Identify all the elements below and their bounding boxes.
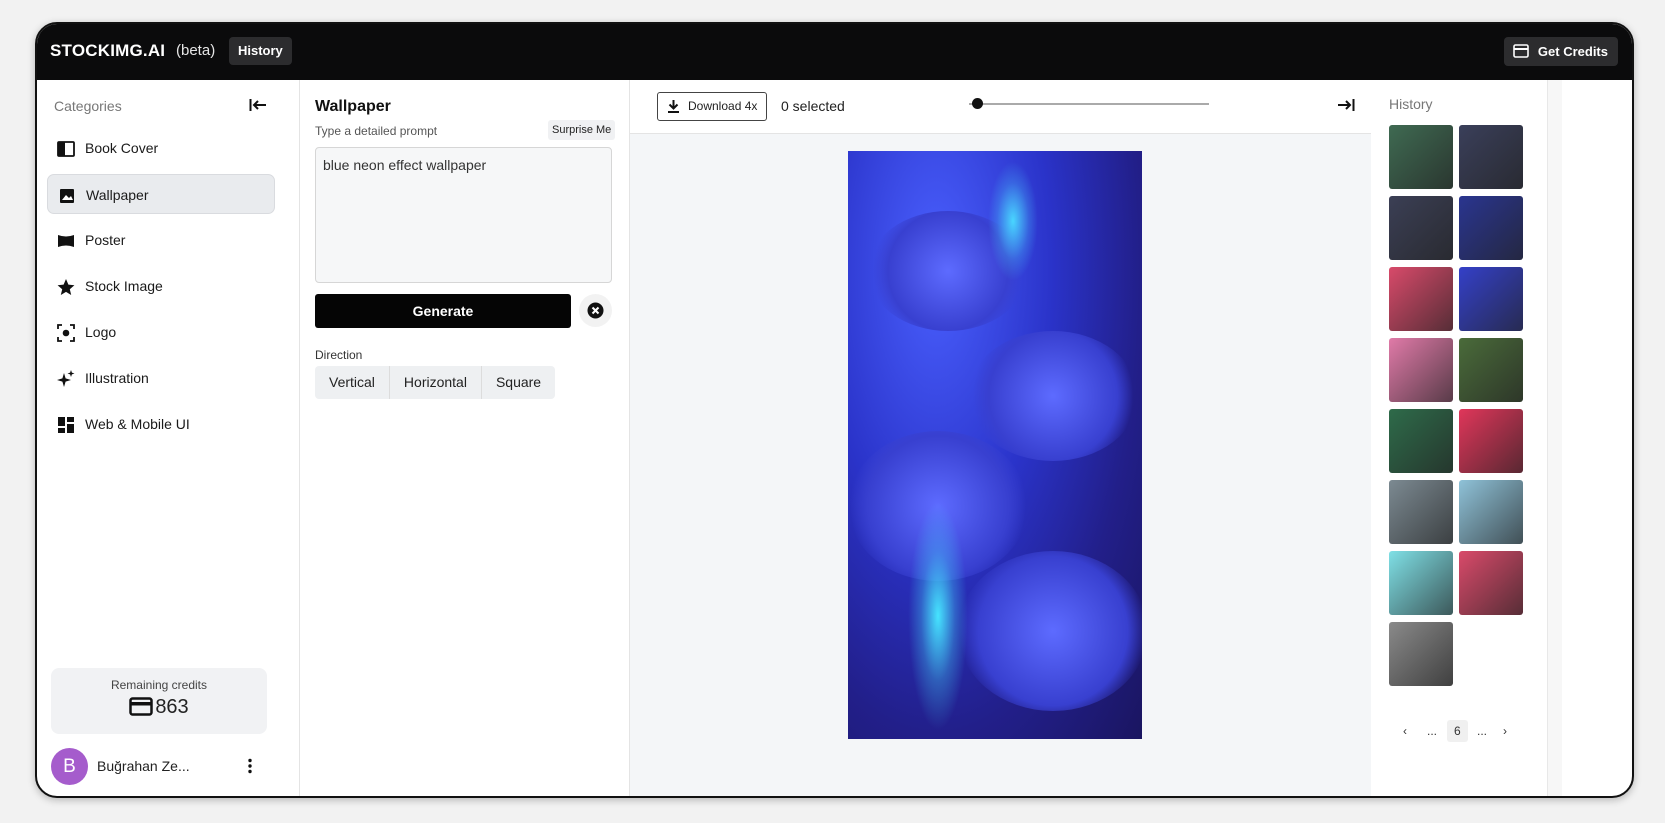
- current-page[interactable]: 6: [1447, 720, 1468, 742]
- collapse-right-icon[interactable]: [1337, 98, 1355, 112]
- credit-card-icon: [129, 697, 154, 716]
- next-page-button[interactable]: ›: [1503, 720, 1507, 742]
- history-pagination: ‹ ... 6 ... ›: [1389, 720, 1529, 742]
- beta-label: (beta): [176, 42, 216, 59]
- category-label: Logo: [85, 324, 117, 340]
- history-thumbnail[interactable]: [1389, 338, 1453, 402]
- brand-logo[interactable]: STOCKIMG.AI: [50, 41, 165, 61]
- history-thumbnail[interactable]: [1459, 480, 1523, 544]
- download-label: Download 4x: [688, 99, 758, 113]
- direction-square[interactable]: Square: [481, 366, 556, 399]
- category-web-mobile-ui[interactable]: Web & Mobile UI: [47, 404, 275, 444]
- download-button[interactable]: Download 4x: [657, 92, 768, 121]
- prev-page-button[interactable]: ‹: [1403, 720, 1407, 742]
- history-button[interactable]: History: [229, 37, 292, 65]
- cloud-shape: [968, 331, 1138, 461]
- clear-prompt-button[interactable]: [579, 294, 612, 327]
- top-bar: STOCKIMG.AI (beta) History Get Credits: [37, 24, 1632, 80]
- direction-label: Direction: [315, 348, 363, 362]
- neon-glow: [908, 501, 968, 731]
- category-label: Stock Image: [85, 278, 163, 294]
- remaining-credits-value-row: 863: [51, 696, 267, 719]
- history-thumbnail[interactable]: [1389, 622, 1453, 686]
- direction-vertical[interactable]: Vertical: [315, 366, 390, 399]
- zoom-slider[interactable]: [969, 103, 1209, 105]
- direction-horizontal[interactable]: Horizontal: [389, 366, 482, 399]
- preview-area: Download 4x 0 selected: [630, 80, 1371, 796]
- prompt-hint: Type a detailed prompt: [315, 124, 438, 138]
- collapse-sidebar-icon[interactable]: [249, 98, 267, 112]
- category-menu: Book Cover Wallpaper Poster Stock Image …: [47, 128, 275, 450]
- direction-selector: Vertical Horizontal Square: [315, 366, 556, 399]
- categories-title: Categories: [54, 98, 122, 114]
- focus-icon: [57, 324, 75, 342]
- history-thumbnail[interactable]: [1389, 267, 1453, 331]
- flag-icon: [58, 235, 74, 247]
- zoom-slider-handle[interactable]: [972, 98, 983, 109]
- history-title: History: [1389, 96, 1433, 112]
- close-circle-icon: [587, 302, 604, 319]
- remaining-credits-card: Remaining credits 863: [51, 668, 267, 734]
- app-window: STOCKIMG.AI (beta) History Get Credits C…: [35, 22, 1634, 798]
- history-thumbnail[interactable]: [1389, 409, 1453, 473]
- category-label: Web & Mobile UI: [85, 416, 190, 432]
- prompt-panel: Wallpaper Type a detailed prompt Surpris…: [299, 80, 630, 796]
- history-thumbnail[interactable]: [1459, 267, 1523, 331]
- credit-card-icon: [1513, 44, 1529, 58]
- star-icon: [57, 279, 75, 295]
- category-wallpaper[interactable]: Wallpaper: [47, 174, 275, 214]
- history-thumbnail[interactable]: [1459, 551, 1523, 615]
- category-illustration[interactable]: Illustration: [47, 358, 275, 398]
- get-credits-label: Get Credits: [1537, 44, 1608, 59]
- prompt-textarea[interactable]: blue neon effect wallpaper: [315, 147, 612, 283]
- scrollbar[interactable]: [1547, 80, 1562, 796]
- category-logo[interactable]: Logo: [47, 312, 275, 352]
- image-icon: [60, 189, 74, 203]
- category-stock-image[interactable]: Stock Image: [47, 266, 275, 306]
- user-name: Buğrahan Ze...: [97, 758, 190, 774]
- category-book-cover[interactable]: Book Cover: [47, 128, 275, 168]
- remaining-credits-label: Remaining credits: [110, 678, 208, 692]
- page-ellipsis: ...: [1427, 724, 1438, 738]
- page-ellipsis: ...: [1477, 724, 1488, 738]
- neon-glow: [988, 161, 1038, 281]
- generated-wallpaper-image[interactable]: [848, 151, 1142, 739]
- history-thumbnail[interactable]: [1389, 196, 1453, 260]
- sparkles-icon: [57, 370, 75, 387]
- category-label: Illustration: [85, 370, 149, 386]
- panel-title: Wallpaper: [315, 98, 391, 115]
- get-credits-button[interactable]: Get Credits: [1503, 37, 1618, 66]
- history-thumbnail[interactable]: [1389, 125, 1453, 189]
- selected-count: 0 selected: [781, 98, 845, 114]
- book-icon: [57, 141, 75, 157]
- avatar: B: [51, 748, 88, 785]
- history-thumbnail[interactable]: [1389, 480, 1453, 544]
- category-label: Wallpaper: [86, 187, 149, 203]
- history-thumbnail[interactable]: [1459, 125, 1523, 189]
- dashboard-icon: [58, 417, 74, 433]
- download-icon: [668, 100, 679, 113]
- categories-sidebar: Categories Book Cover Wallpaper Poster S…: [37, 80, 300, 796]
- preview-toolbar: Download 4x 0 selected: [630, 80, 1371, 134]
- generate-button[interactable]: Generate: [315, 294, 571, 328]
- category-label: Poster: [85, 232, 126, 248]
- cloud-shape: [958, 551, 1142, 711]
- category-label: Book Cover: [85, 140, 159, 156]
- history-thumbnail[interactable]: [1459, 196, 1523, 260]
- more-vertical-icon[interactable]: [247, 758, 253, 774]
- history-panel: History ‹ ... 6 ... ›: [1371, 80, 1547, 796]
- user-profile[interactable]: B Buğrahan Ze...: [51, 748, 279, 788]
- history-thumbnail[interactable]: [1459, 409, 1523, 473]
- category-poster[interactable]: Poster: [47, 220, 275, 260]
- history-thumbnail[interactable]: [1389, 551, 1453, 615]
- history-thumbnail[interactable]: [1459, 338, 1523, 402]
- surprise-me-button[interactable]: Surprise Me: [548, 120, 616, 140]
- remaining-credits-value: 863: [155, 696, 189, 718]
